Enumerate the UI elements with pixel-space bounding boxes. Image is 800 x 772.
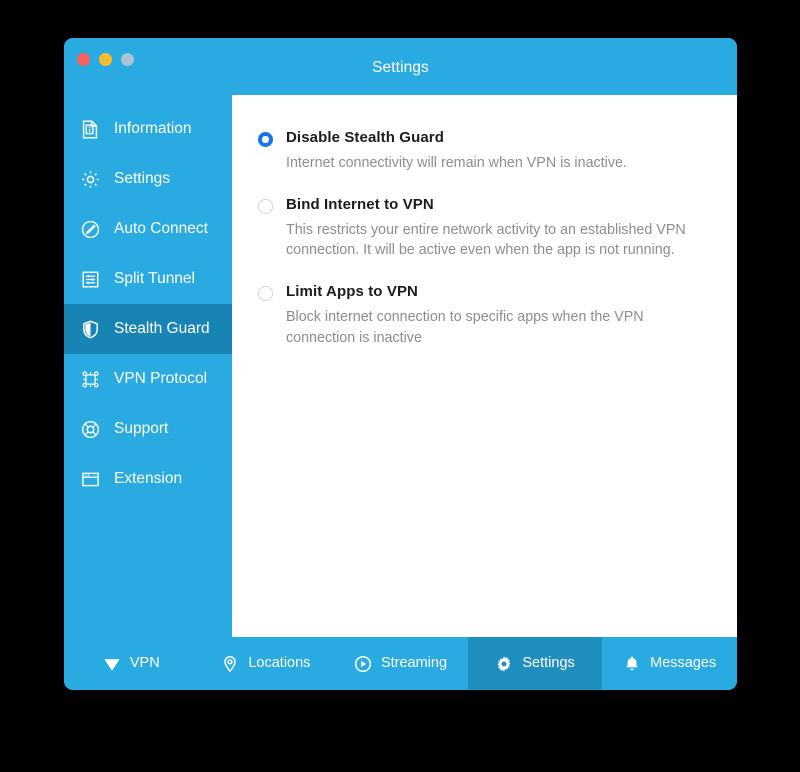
radio-limit-apps-to-vpn[interactable] xyxy=(258,286,273,302)
window-body: Information Settings Auto Connect Split … xyxy=(64,95,737,637)
tab-vpn[interactable]: VPN xyxy=(64,637,199,690)
radio-bind-internet-to-vpn[interactable] xyxy=(258,198,273,214)
sidebar-item-support[interactable]: Support xyxy=(64,404,232,454)
pencil-circle-icon xyxy=(80,219,101,240)
option-text-block: Disable Stealth Guard Internet connectiv… xyxy=(286,129,627,174)
desktop-background: Settings Information Settings Auto Conne… xyxy=(0,0,800,772)
tab-messages[interactable]: Messages xyxy=(602,637,737,690)
app-window: Settings Information Settings Auto Conne… xyxy=(64,38,737,690)
sidebar-item-label: Support xyxy=(114,419,169,437)
sidebar-item-label: Stealth Guard xyxy=(114,319,210,337)
sidebar-item-label: Split Tunnel xyxy=(114,269,195,287)
sidebar-item-information[interactable]: Information xyxy=(64,104,232,154)
tab-label: Locations xyxy=(248,654,311,671)
window-titlebar: Settings xyxy=(64,38,737,95)
sidebar-item-extension[interactable]: Extension xyxy=(64,454,232,504)
network-nodes-icon xyxy=(80,369,101,390)
option-title: Limit Apps to VPN xyxy=(286,283,418,301)
window-title: Settings xyxy=(372,59,429,76)
sidebar: Information Settings Auto Connect Split … xyxy=(64,95,232,637)
option-disable-stealth-guard[interactable]: Disable Stealth Guard Internet connectiv… xyxy=(258,129,711,174)
option-description: Internet connectivity will remain when V… xyxy=(286,155,627,171)
sidebar-item-split-tunnel[interactable]: Split Tunnel xyxy=(64,254,232,304)
tab-settings[interactable]: Settings xyxy=(467,637,603,690)
sidebar-item-settings[interactable]: Settings xyxy=(64,154,232,204)
sidebar-item-label: VPN Protocol xyxy=(114,369,208,387)
shield-icon xyxy=(80,319,101,340)
option-description: This restricts your entire network activ… xyxy=(286,221,686,259)
sidebar-item-auto-connect[interactable]: Auto Connect xyxy=(64,204,232,254)
option-description: Block internet connection to specific ap… xyxy=(286,309,644,346)
map-pin-icon xyxy=(221,655,239,673)
sliders-panel-icon xyxy=(80,269,101,290)
tab-locations[interactable]: Locations xyxy=(199,637,334,690)
lifebuoy-icon xyxy=(80,419,101,440)
document-info-icon xyxy=(80,119,101,140)
radio-disable-stealth-guard[interactable] xyxy=(258,132,273,147)
sidebar-item-label: Settings xyxy=(114,169,171,187)
sidebar-item-label: Information xyxy=(114,119,192,137)
tab-label: Streaming xyxy=(380,654,448,671)
gear-icon xyxy=(495,655,513,673)
play-circle-icon xyxy=(354,655,372,673)
bell-icon xyxy=(623,655,641,673)
option-title: Disable Stealth Guard xyxy=(286,129,444,146)
option-text-block: Limit Apps to VPN Block internet connect… xyxy=(286,283,711,348)
option-title: Bind Internet to VPN xyxy=(286,195,434,213)
sidebar-item-label: Extension xyxy=(114,469,183,487)
bottom-navigation-bar: VPN Locations Streaming Settings Message… xyxy=(64,637,737,690)
paper-plane-icon xyxy=(103,655,121,673)
tab-label: VPN xyxy=(129,654,160,671)
tab-streaming[interactable]: Streaming xyxy=(333,637,468,690)
option-text-block: Bind Internet to VPN This restricts your… xyxy=(286,196,711,261)
sidebar-item-vpn-protocol[interactable]: VPN Protocol xyxy=(64,354,232,404)
tab-label: Settings xyxy=(522,654,575,671)
sidebar-item-label: Auto Connect xyxy=(114,219,208,237)
settings-content-panel: Disable Stealth Guard Internet connectiv… xyxy=(232,95,737,637)
browser-window-icon xyxy=(80,469,101,490)
gear-icon xyxy=(80,169,101,190)
option-bind-internet-to-vpn[interactable]: Bind Internet to VPN This restricts your… xyxy=(258,196,711,261)
tab-label: Messages xyxy=(650,654,717,671)
option-limit-apps-to-vpn[interactable]: Limit Apps to VPN Block internet connect… xyxy=(258,283,711,348)
sidebar-item-stealth-guard[interactable]: Stealth Guard xyxy=(64,304,232,354)
